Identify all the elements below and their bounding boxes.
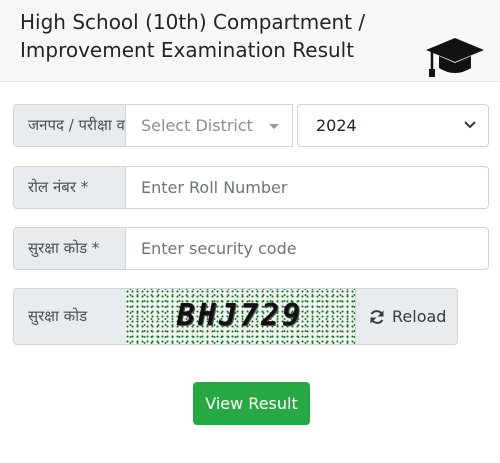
- year-select[interactable]: 2024: [297, 104, 489, 147]
- security-code-placeholder: Enter security code: [141, 239, 297, 258]
- captcha-text: BHJ729: [176, 298, 304, 333]
- security-code-label: सुरक्षा कोड *: [13, 227, 127, 270]
- district-select-placeholder: Select District: [141, 116, 253, 135]
- caret-down-icon: [269, 124, 279, 129]
- graduation-cap-icon: [426, 38, 484, 77]
- page-header: High School (10th) Compartment / Improve…: [0, 0, 500, 82]
- year-select-value: 2024: [316, 116, 357, 135]
- view-result-button[interactable]: View Result: [193, 382, 310, 425]
- roll-number-input[interactable]: Enter Roll Number: [125, 166, 489, 209]
- reload-captcha-button[interactable]: Reload: [355, 288, 458, 345]
- reload-button-label: Reload: [392, 307, 447, 326]
- district-year-label: जनपद / परीक्षा वर्ष *: [13, 104, 127, 147]
- chevron-down-icon: [464, 121, 476, 129]
- district-select[interactable]: Select District: [125, 104, 293, 147]
- captcha-label: सुरक्षा कोड: [13, 288, 127, 345]
- refresh-icon: [370, 310, 384, 324]
- page-title: High School (10th) Compartment / Improve…: [20, 10, 366, 62]
- captcha-image: BHJ729: [125, 288, 355, 345]
- roll-number-label: रोल नंबर *: [13, 166, 127, 209]
- roll-number-placeholder: Enter Roll Number: [141, 178, 288, 197]
- security-code-input[interactable]: Enter security code: [125, 227, 489, 270]
